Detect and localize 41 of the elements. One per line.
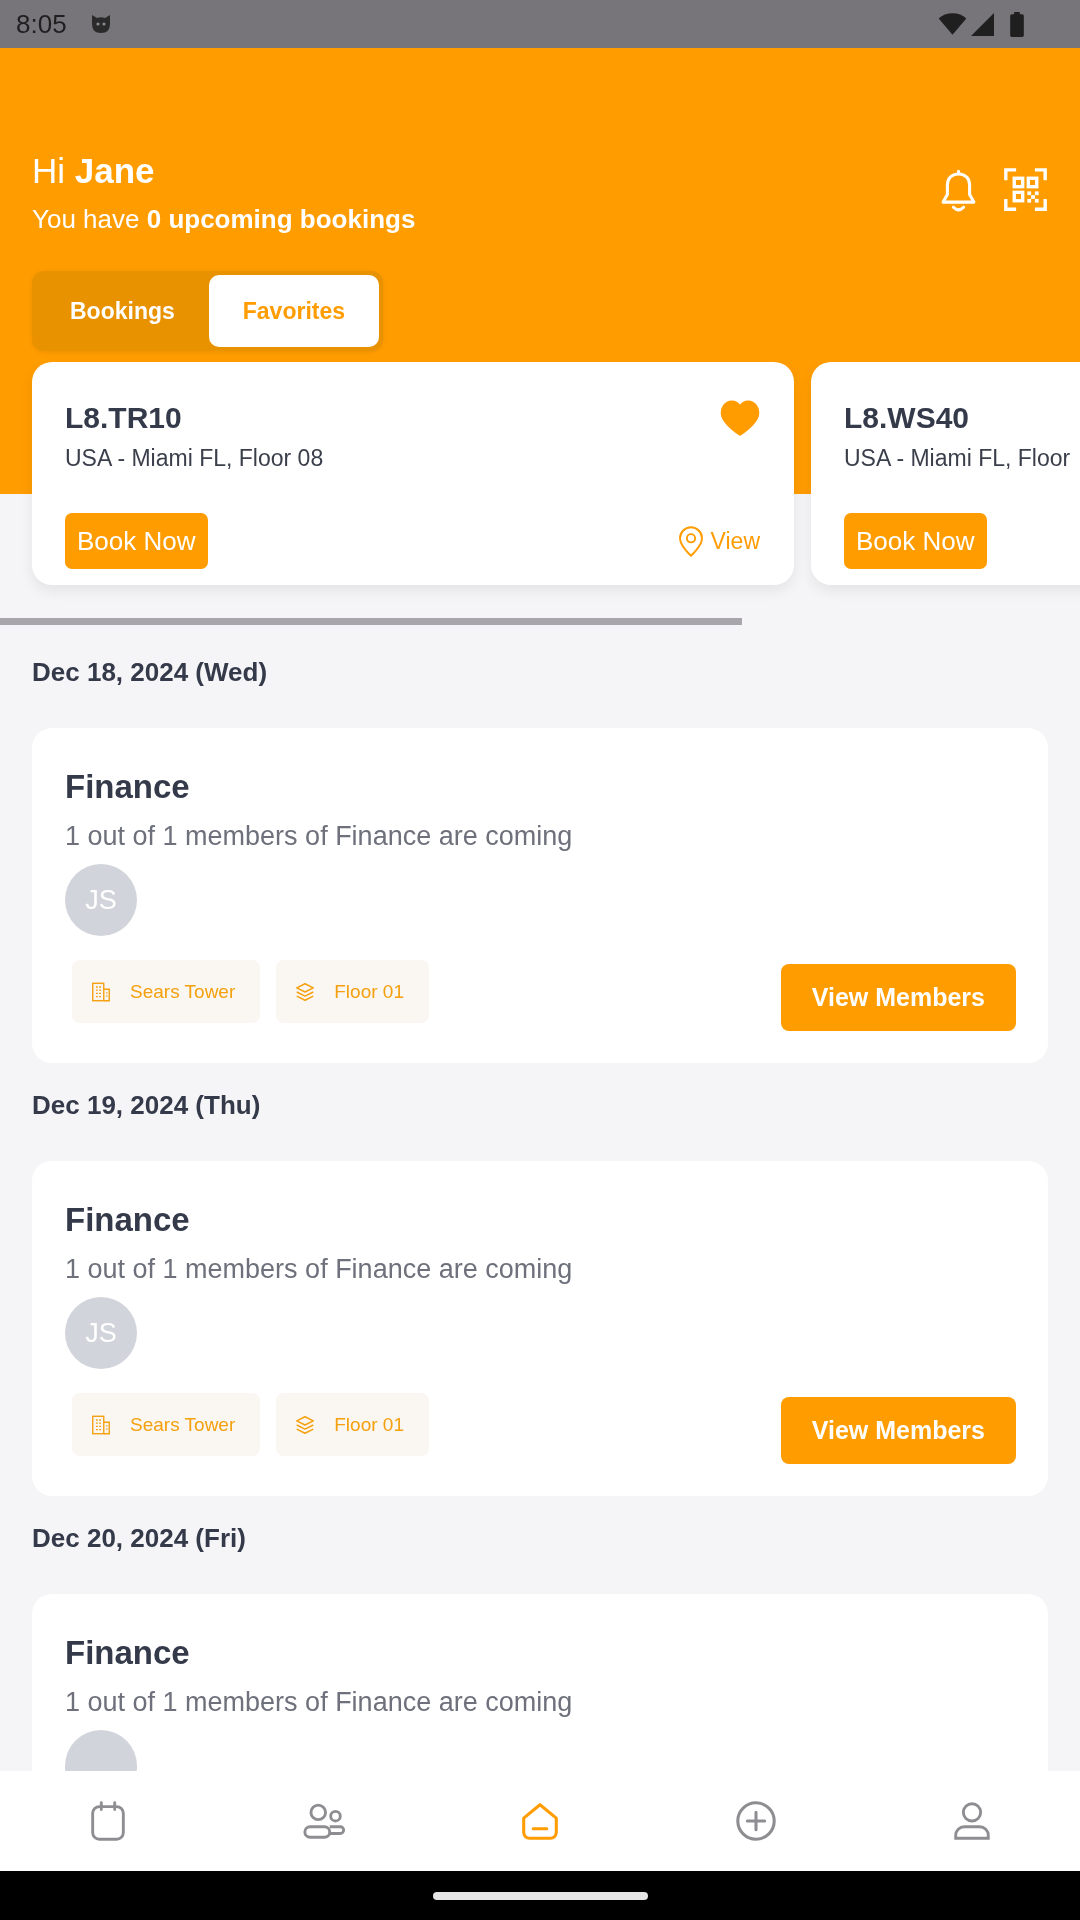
building-icon <box>90 980 112 1003</box>
date-heading: Dec 19, 2024 (Thu) <box>32 1089 261 1121</box>
tag-label: Sears Tower <box>130 1413 236 1436</box>
tag-label: Floor 01 <box>334 1413 404 1436</box>
favorite-card[interactable]: L8.WS40 USA - Miami FL, Floor Book Now <box>811 362 1080 585</box>
location-pin-icon <box>677 525 704 557</box>
building-icon <box>90 1413 112 1436</box>
battery-icon <box>1010 11 1024 37</box>
tab[interactable]: Favorites <box>208 275 380 347</box>
view-members-button[interactable]: View Members <box>780 964 1016 1031</box>
desk-name: L8.TR10 <box>65 400 182 436</box>
favorite-card[interactable]: L8.TR10 USA - Miami FL, Floor 08 Book Now View <box>32 362 794 585</box>
tag-label: Sears Tower <box>130 980 236 1003</box>
home-indicator[interactable] <box>432 1891 648 1900</box>
layers-icon <box>294 1413 317 1436</box>
desk-location: USA - Miami FL, Floor 08 <box>65 444 324 472</box>
greeting-text: Hi Jane <box>32 150 155 192</box>
date-heading: Dec 20, 2024 (Fri) <box>32 1522 246 1554</box>
tag-label: Floor 01 <box>334 980 404 1003</box>
bookings-summary: You have 0 upcoming bookings <box>32 203 416 235</box>
date-heading: Dec 18, 2024 (Wed) <box>32 656 268 688</box>
view-members-button[interactable]: View Members <box>780 1397 1016 1464</box>
attendance-summary: 1 out of 1 members of Finance are coming <box>65 1253 573 1286</box>
book-now-button[interactable]: Book Now <box>844 513 987 569</box>
attendance-summary: 1 out of 1 members of Finance are coming <box>65 820 573 853</box>
book-now-button[interactable]: Book Now <box>65 513 208 569</box>
attendance-summary: 1 out of 1 members of Finance are coming <box>65 1686 573 1719</box>
status-time: 8:05 <box>16 9 67 39</box>
group-name: Finance <box>65 767 190 807</box>
desk-location: USA - Miami FL, Floor <box>844 444 1071 472</box>
qr-code-icon[interactable] <box>1003 167 1048 212</box>
signal-icon <box>971 12 994 36</box>
desk-name: L8.WS40 <box>844 400 970 436</box>
wifi-icon <box>938 12 967 36</box>
layers-icon <box>294 980 317 1003</box>
view-link[interactable]: View <box>677 525 760 557</box>
group-name: Finance <box>65 1200 190 1240</box>
plus-circle-icon <box>733 1798 779 1844</box>
tab[interactable]: Bookings <box>36 275 209 347</box>
group-name: Finance <box>65 1633 190 1673</box>
heart-icon[interactable] <box>720 400 760 436</box>
